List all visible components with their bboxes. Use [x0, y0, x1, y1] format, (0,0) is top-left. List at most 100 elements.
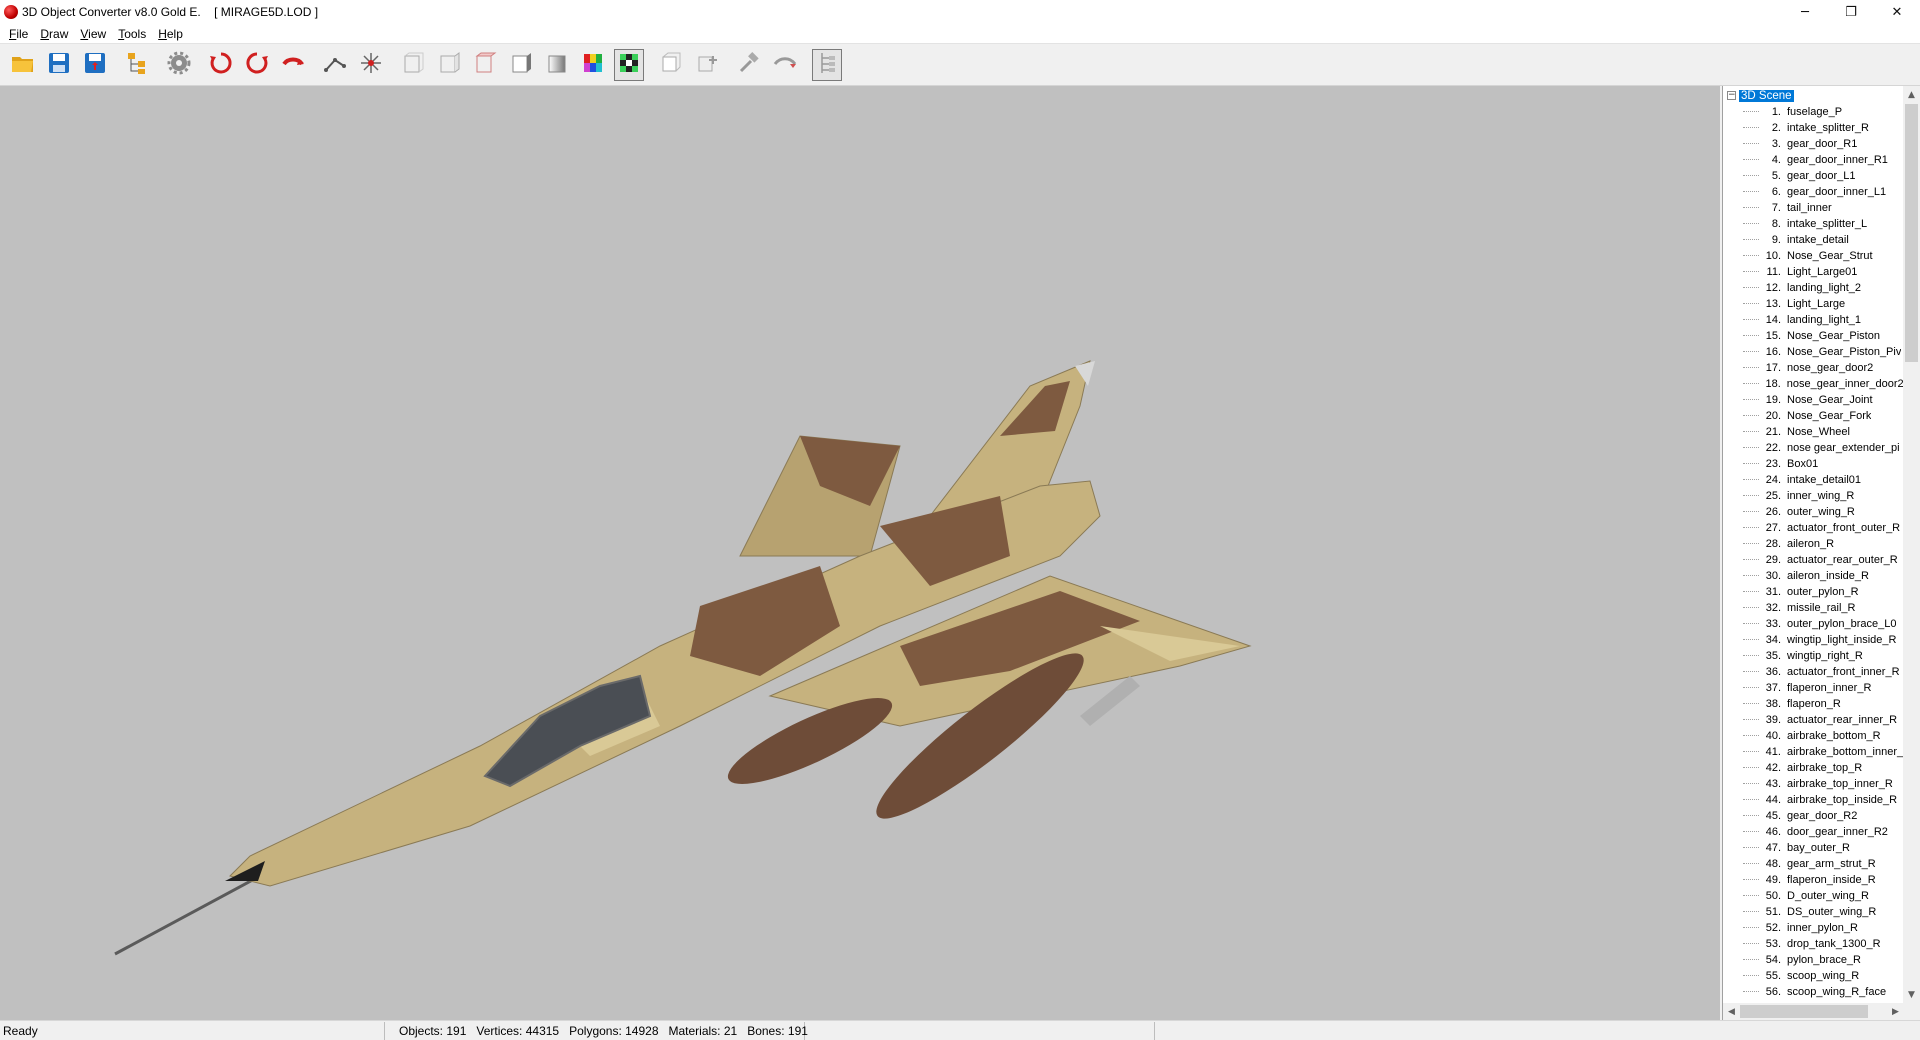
tree-item[interactable]: 48. gear_arm_strut_R: [1723, 856, 1903, 872]
box-select-button[interactable]: [656, 49, 686, 81]
view-top-button[interactable]: [470, 49, 500, 81]
menu-help[interactable]: Help: [152, 27, 189, 41]
animation-button[interactable]: [770, 49, 800, 81]
tree-item[interactable]: 32. missile_rail_R: [1723, 600, 1903, 616]
color-palette-button[interactable]: [578, 49, 608, 81]
tree-item[interactable]: 22. nose gear_extender_pi: [1723, 440, 1903, 456]
tree-item[interactable]: 4. gear_door_inner_R1: [1723, 152, 1903, 168]
tree-item[interactable]: 2. intake_splitter_R: [1723, 120, 1903, 136]
app-icon[interactable]: [4, 5, 18, 19]
tree-item[interactable]: 16. Nose_Gear_Piston_Piv: [1723, 344, 1903, 360]
tree-item[interactable]: 45. gear_door_R2: [1723, 808, 1903, 824]
tree-item[interactable]: 13. Light_Large: [1723, 296, 1903, 312]
tree-item[interactable]: 31. outer_pylon_R: [1723, 584, 1903, 600]
tree-root-label[interactable]: 3D Scene: [1739, 89, 1794, 102]
tree-item[interactable]: 8. intake_splitter_L: [1723, 216, 1903, 232]
tree-item[interactable]: 15. Nose_Gear_Piston: [1723, 328, 1903, 344]
tree-item[interactable]: 40. airbrake_bottom_R: [1723, 728, 1903, 744]
scene-tree-button[interactable]: [122, 49, 152, 81]
tree-item[interactable]: 41. airbrake_bottom_inner_: [1723, 744, 1903, 760]
tree-item[interactable]: 24. intake_detail01: [1723, 472, 1903, 488]
tree-item[interactable]: 28. aileron_R: [1723, 536, 1903, 552]
tree-item[interactable]: 49. flaperon_inside_R: [1723, 872, 1903, 888]
tree-item[interactable]: 11. Light_Large01: [1723, 264, 1903, 280]
menu-draw[interactable]: Draw: [34, 27, 74, 41]
tree-item[interactable]: 39. actuator_rear_inner_R: [1723, 712, 1903, 728]
tree-item[interactable]: 18. nose_gear_inner_door2: [1723, 376, 1903, 392]
tree-item[interactable]: 1. fuselage_P: [1723, 104, 1903, 120]
tree-item[interactable]: 44. airbrake_top_inside_R: [1723, 792, 1903, 808]
rotate-z-button[interactable]: [278, 49, 308, 81]
tree-item[interactable]: 20. Nose_Gear_Fork: [1723, 408, 1903, 424]
tree-root[interactable]: − 3D Scene: [1727, 88, 1794, 103]
tree-item[interactable]: 29. actuator_rear_outer_R: [1723, 552, 1903, 568]
scroll-right-icon[interactable]: ▶: [1887, 1003, 1904, 1020]
horizontal-scrollbar[interactable]: ◀ ▶: [1723, 1003, 1920, 1020]
tree-item[interactable]: 7. tail_inner: [1723, 200, 1903, 216]
tree-item[interactable]: 3. gear_door_R1: [1723, 136, 1903, 152]
menu-file[interactable]: File: [3, 27, 34, 41]
menu-tools[interactable]: Tools: [112, 27, 152, 41]
tree-collapse-toggle[interactable]: −: [1727, 91, 1736, 100]
view-front-button[interactable]: [398, 49, 428, 81]
tree-item[interactable]: 38. flaperon_R: [1723, 696, 1903, 712]
save-button[interactable]: [44, 49, 74, 81]
scroll-left-icon[interactable]: ◀: [1723, 1003, 1740, 1020]
explode-button[interactable]: [356, 49, 386, 81]
tree-item[interactable]: 43. airbrake_top_inner_R: [1723, 776, 1903, 792]
tree-item[interactable]: 21. Nose_Wheel: [1723, 424, 1903, 440]
restore-button[interactable]: ❐: [1828, 0, 1874, 24]
tree-item[interactable]: 55. scoop_wing_R: [1723, 968, 1903, 984]
tree-item[interactable]: 42. airbrake_top_R: [1723, 760, 1903, 776]
horizontal-scroll-thumb[interactable]: [1740, 1005, 1868, 1018]
tree-item[interactable]: 50. D_outer_wing_R: [1723, 888, 1903, 904]
solid-shade-button[interactable]: [506, 49, 536, 81]
hierarchy-button[interactable]: [812, 48, 842, 81]
vertical-scrollbar[interactable]: ▲ ▼: [1903, 86, 1920, 1003]
tree-item[interactable]: 9. intake_detail: [1723, 232, 1903, 248]
tree-item[interactable]: 56. scoop_wing_R_face: [1723, 984, 1903, 1000]
texture-button[interactable]: [614, 48, 644, 81]
tree-item[interactable]: 51. DS_outer_wing_R: [1723, 904, 1903, 920]
box-move-button[interactable]: [692, 49, 722, 81]
tree-item[interactable]: 37. flaperon_inner_R: [1723, 680, 1903, 696]
tree-item[interactable]: 6. gear_door_inner_L1: [1723, 184, 1903, 200]
tree-item[interactable]: 35. wingtip_right_R: [1723, 648, 1903, 664]
close-button[interactable]: ✕: [1874, 0, 1920, 24]
tree-item[interactable]: 23. Box01: [1723, 456, 1903, 472]
tree-item[interactable]: 5. gear_door_L1: [1723, 168, 1903, 184]
tree-item[interactable]: 54. pylon_brace_R: [1723, 952, 1903, 968]
bones-button[interactable]: [320, 49, 350, 81]
tree-item[interactable]: 30. aileron_inside_R: [1723, 568, 1903, 584]
tree-item[interactable]: 25. inner_wing_R: [1723, 488, 1903, 504]
save-as-button[interactable]: [80, 49, 110, 81]
tree-item[interactable]: 12. landing_light_2: [1723, 280, 1903, 296]
rotate-x-button[interactable]: [206, 49, 236, 81]
3d-viewport[interactable]: [0, 86, 1720, 1020]
vertical-scroll-thumb[interactable]: [1905, 104, 1918, 362]
open-button[interactable]: [8, 49, 38, 81]
tree-item[interactable]: 34. wingtip_light_inside_R: [1723, 632, 1903, 648]
tree-item[interactable]: 52. inner_pylon_R: [1723, 920, 1903, 936]
tree-item[interactable]: 17. nose_gear_door2: [1723, 360, 1903, 376]
menu-view[interactable]: View: [74, 27, 112, 41]
view-side-button[interactable]: [434, 49, 464, 81]
minimize-button[interactable]: ─: [1782, 0, 1828, 24]
tree-item[interactable]: 14. landing_light_1: [1723, 312, 1903, 328]
scene-tree-panel: − 3D Scene 1. fuselage_P 2. intake_splitter…: [1722, 86, 1920, 1020]
scroll-down-icon[interactable]: ▼: [1903, 986, 1920, 1003]
tool-button[interactable]: [734, 49, 764, 81]
rotate-y-button[interactable]: [242, 49, 272, 81]
tree-item[interactable]: 19. Nose_Gear_Joint: [1723, 392, 1903, 408]
tree-item[interactable]: 53. drop_tank_1300_R: [1723, 936, 1903, 952]
tree-item[interactable]: 36. actuator_front_inner_R: [1723, 664, 1903, 680]
tree-item[interactable]: 33. outer_pylon_brace_L0: [1723, 616, 1903, 632]
tree-item[interactable]: 26. outer_wing_R: [1723, 504, 1903, 520]
tree-item[interactable]: 46. door_gear_inner_R2: [1723, 824, 1903, 840]
tree-item[interactable]: 10. Nose_Gear_Strut: [1723, 248, 1903, 264]
smooth-shade-button[interactable]: [542, 49, 572, 81]
settings-button[interactable]: [164, 49, 194, 81]
tree-item[interactable]: 27. actuator_front_outer_R: [1723, 520, 1903, 536]
tree-item[interactable]: 47. bay_outer_R: [1723, 840, 1903, 856]
scroll-up-icon[interactable]: ▲: [1903, 86, 1920, 103]
